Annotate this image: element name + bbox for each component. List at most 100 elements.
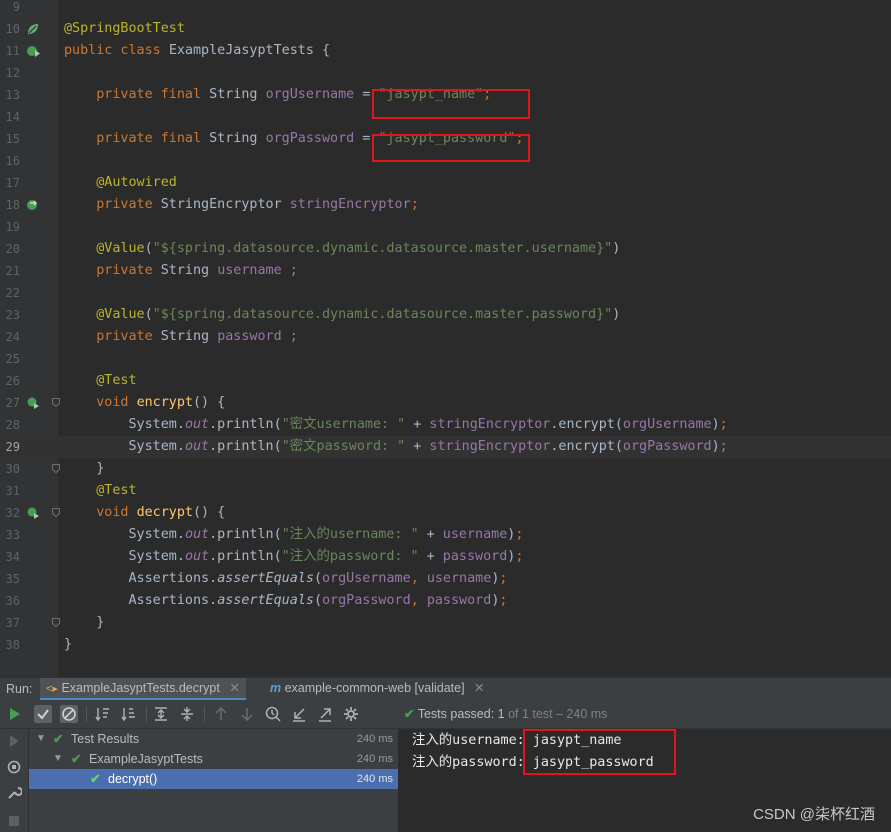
code-line[interactable]: 9 xyxy=(0,0,891,18)
code-line[interactable]: 12 xyxy=(0,62,891,84)
status-prefix: Tests passed: xyxy=(417,707,498,721)
settings-gear-icon[interactable] xyxy=(342,705,360,723)
code-line[interactable]: 10 @SpringBootTest xyxy=(0,18,891,40)
show-ignored-toggle[interactable] xyxy=(60,705,78,723)
tab-maven-validate[interactable]: m example-common-web [validate] ✕ xyxy=(264,678,491,700)
import-tests-icon[interactable] xyxy=(290,705,308,723)
run-method-icon[interactable] xyxy=(26,506,40,520)
code-line[interactable]: 27 void encrypt() { xyxy=(0,392,891,414)
code-line[interactable]: 26 @Test xyxy=(0,370,891,392)
code-line[interactable]: 28 System.out.println("密文username: " + s… xyxy=(0,414,891,436)
code-line[interactable]: 35 Assertions.assertEquals(orgUsername, … xyxy=(0,568,891,590)
code-text: void decrypt() { xyxy=(96,505,226,520)
line-number: 20 xyxy=(5,242,20,256)
duration: 240 ms xyxy=(356,733,393,745)
run-method-icon[interactable] xyxy=(26,396,40,410)
code-line[interactable]: 25 xyxy=(0,348,891,370)
code-text: @Autowired xyxy=(96,175,177,190)
sort-alpha-icon[interactable] xyxy=(94,705,112,723)
status-suffix: of 1 test – 240 ms xyxy=(504,707,608,721)
line-number: 37 xyxy=(5,616,20,630)
code-editor[interactable]: 9 10 @SpringBootTest 11 public class Example… xyxy=(0,0,891,677)
fold-marker-icon[interactable] xyxy=(52,508,60,517)
previous-failed-icon[interactable] xyxy=(212,705,230,723)
code-line[interactable]: 20 @Value("${spring.datasource.dynamic.d… xyxy=(0,238,891,260)
code-text: System.out.println("密文username: " + stri… xyxy=(64,417,728,432)
line-number: 32 xyxy=(5,506,20,520)
tab-label: ExampleJasyptTests.decrypt xyxy=(61,681,220,695)
code-line[interactable]: 22 xyxy=(0,282,891,304)
history-icon[interactable] xyxy=(264,705,282,723)
show-passed-toggle[interactable] xyxy=(34,705,52,723)
rerun-icon[interactable] xyxy=(6,705,24,723)
code-text: } xyxy=(64,461,105,476)
tree-label: decrypt() xyxy=(108,772,158,786)
code-line[interactable]: 33 System.out.println("注入的username: " + … xyxy=(0,524,891,546)
export-tests-icon[interactable] xyxy=(316,705,334,723)
code-text: @Test xyxy=(96,483,137,498)
sort-duration-icon[interactable] xyxy=(120,705,138,723)
watermark: CSDN @柒杯红酒 xyxy=(753,806,875,823)
line-number: 34 xyxy=(5,550,20,564)
tab-run-decrypt[interactable]: <▸ ExampleJasyptTests.decrypt ✕ xyxy=(40,678,246,700)
run-toolbar: ✔ Tests passed: 1 of 1 test – 240 ms xyxy=(0,700,891,729)
code-text: public class ExampleJasyptTests { xyxy=(64,43,331,58)
fold-marker-icon[interactable] xyxy=(52,618,60,627)
stop-icon[interactable] xyxy=(6,813,22,829)
next-failed-icon[interactable] xyxy=(238,705,256,723)
highlight-box-username xyxy=(372,89,530,119)
passed-check-icon: ✔ xyxy=(90,772,101,786)
line-number: 35 xyxy=(5,572,20,586)
check-icon xyxy=(37,709,49,720)
code-line[interactable]: 11 public class ExampleJasyptTests { xyxy=(0,40,891,62)
line-number: 16 xyxy=(5,154,20,168)
toggle-auto-test-icon[interactable] xyxy=(6,759,22,775)
close-icon[interactable]: ✕ xyxy=(229,681,239,695)
spring-bean-icon[interactable] xyxy=(26,22,40,36)
code-line[interactable]: 17 @Autowired xyxy=(0,172,891,194)
autowired-icon[interactable] xyxy=(26,198,40,212)
fold-marker-icon[interactable] xyxy=(52,464,60,473)
code-line[interactable]: 21 private String username ; xyxy=(0,260,891,282)
code-text: System.out.println("密文password: " + stri… xyxy=(64,439,728,454)
tree-label: ExampleJasyptTests xyxy=(89,752,203,766)
run-class-icon[interactable] xyxy=(26,44,40,58)
wrench-icon[interactable] xyxy=(6,785,22,801)
code-line[interactable]: 19 xyxy=(0,216,891,238)
tree-item-test-results[interactable]: ▼ ✔ Test Results 240 ms xyxy=(29,729,398,749)
chevron-down-icon[interactable]: ▼ xyxy=(53,749,63,769)
line-number: 29 xyxy=(5,440,20,454)
code-line[interactable]: 18 private StringEncryptor stringEncrypt… xyxy=(0,194,891,216)
tree-item-test-method[interactable]: ✔ decrypt() 240 ms xyxy=(29,769,398,789)
line-number: 13 xyxy=(5,88,20,102)
duration: 240 ms xyxy=(356,773,393,785)
code-text: @Test xyxy=(96,373,137,388)
run-side-toolbar xyxy=(0,729,29,832)
code-line[interactable]: 38} xyxy=(0,634,891,656)
console-output[interactable]: 注入的username: jasypt_name 注入的password: ja… xyxy=(399,729,891,832)
code-line[interactable]: 32 void decrypt() { xyxy=(0,502,891,524)
tree-item-test-class[interactable]: ▼ ✔ ExampleJasyptTests 240 ms xyxy=(29,749,398,769)
code-line[interactable]: 29 System.out.println("密文password: " + s… xyxy=(0,436,891,458)
code-line[interactable]: 37 } xyxy=(0,612,891,634)
run-tool-window-header: Run: <▸ ExampleJasyptTests.decrypt ✕ m e… xyxy=(0,677,891,700)
rerun-failed-icon[interactable] xyxy=(6,733,22,749)
duration: 240 ms xyxy=(356,753,393,765)
line-number: 10 xyxy=(5,22,20,36)
code-text: @Value("${spring.datasource.dynamic.data… xyxy=(96,241,621,256)
tree-label: Test Results xyxy=(71,732,140,746)
code-line[interactable]: 31 @Test xyxy=(0,480,891,502)
code-line[interactable]: 24 private String password ; xyxy=(0,326,891,348)
code-line[interactable]: 23 @Value("${spring.datasource.dynamic.d… xyxy=(0,304,891,326)
ignored-icon xyxy=(62,707,76,721)
code-line[interactable]: 34 System.out.println("注入的password: " + … xyxy=(0,546,891,568)
code-line[interactable]: 36 Assertions.assertEquals(orgPassword, … xyxy=(0,590,891,612)
line-number: 12 xyxy=(5,66,20,80)
close-icon[interactable]: ✕ xyxy=(474,681,484,695)
expand-all-icon[interactable] xyxy=(152,705,170,723)
code-line[interactable]: 30 } xyxy=(0,458,891,480)
collapse-all-icon[interactable] xyxy=(178,705,196,723)
code-text: private String password ; xyxy=(96,329,298,344)
chevron-down-icon[interactable]: ▼ xyxy=(36,729,46,749)
fold-marker-icon[interactable] xyxy=(52,398,60,407)
